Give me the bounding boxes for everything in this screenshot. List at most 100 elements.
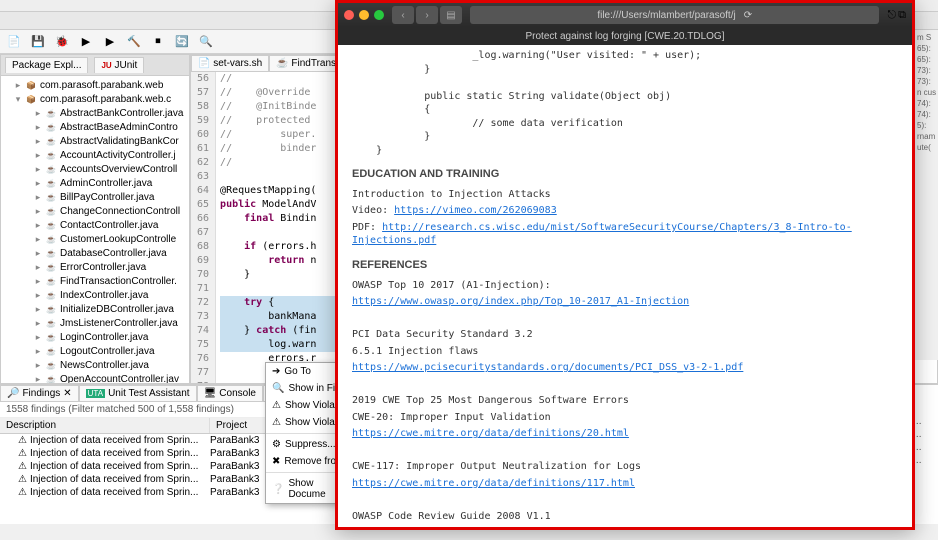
tb-new-icon[interactable]: 📄 xyxy=(4,32,24,52)
tree-file[interactable]: ▸☕DatabaseController.java xyxy=(1,246,189,260)
tree-file[interactable]: ▸☕AccountActivityController.j xyxy=(1,148,189,162)
tb-save-icon[interactable]: 💾 xyxy=(28,32,48,52)
tree-file[interactable]: ▸☕FindTransactionController. xyxy=(1,274,189,288)
ref2-t2: 6.5.1 Injection flaws xyxy=(352,345,898,359)
java-file-icon: ☕ xyxy=(45,359,57,371)
warning-icon: ⚠ xyxy=(18,448,27,459)
tree-file[interactable]: ▸☕LoginController.java xyxy=(1,330,189,344)
back-button[interactable]: ‹ xyxy=(392,6,414,24)
tree-file[interactable]: ▸☕IndexController.java xyxy=(1,288,189,302)
strip-text: ute( xyxy=(917,142,936,153)
help-icon: ❔ xyxy=(272,484,284,495)
java-file-icon: ☕ xyxy=(45,275,57,287)
close-icon: ✖ xyxy=(272,456,280,467)
ref3-t2: CWE-20: Improper Input Validation xyxy=(352,411,898,425)
java-file-icon: ☕ xyxy=(45,177,57,189)
tree-file[interactable]: ▸☕OpenAccountController.jav xyxy=(1,372,189,383)
tab-package-explorer[interactable]: Package Expl... xyxy=(5,57,88,73)
tree-label: com.parasoft.parabank.web xyxy=(40,80,163,91)
tb-stop-icon[interactable]: ⏹ xyxy=(148,32,168,52)
tb-build-icon[interactable]: 🔨 xyxy=(124,32,144,52)
tree-file[interactable]: ▸☕LogoutController.java xyxy=(1,344,189,358)
tree-file-label: FindTransactionController. xyxy=(60,276,177,287)
java-icon: ☕ xyxy=(276,58,288,69)
tab-uta[interactable]: UTAUnit Test Assistant xyxy=(79,385,197,401)
uta-icon: UTA xyxy=(86,389,105,398)
tabs-button[interactable]: ⧉ xyxy=(898,9,906,22)
tree-file[interactable]: ▸☕ErrorController.java xyxy=(1,260,189,274)
edu-video: Video: https://vimeo.com/262069083 xyxy=(352,204,898,218)
tree-file[interactable]: ▸☕ChangeConnectionControll xyxy=(1,204,189,218)
tree-file-label: CustomerLookupControlle xyxy=(60,234,176,245)
left-panel-tabs: Package Expl... JU JUnit xyxy=(1,55,189,76)
safari-tab-title: Protect against log forging [CWE.20.TDLO… xyxy=(338,27,912,45)
line-gutter: 5657585960616263646566676869707172737475… xyxy=(191,72,216,383)
tree-file[interactable]: ▸☕ContactController.java xyxy=(1,218,189,232)
java-file-icon: ☕ xyxy=(45,233,57,245)
finding-desc: Injection of data received from Sprin... xyxy=(30,448,198,459)
package-icon: 📦 xyxy=(25,93,37,105)
close-icon[interactable] xyxy=(344,10,354,20)
label: Video: xyxy=(352,205,394,216)
sh-icon: 📄 xyxy=(198,58,210,69)
java-file-icon: ☕ xyxy=(45,219,57,231)
package-tree[interactable]: ▸📦com.parasoft.parabank.web ▾📦com.paraso… xyxy=(1,76,189,383)
edu-pdf-link[interactable]: http://research.cs.wisc.edu/mist/Softwar… xyxy=(352,222,852,247)
tree-file-label: InitializeDBController.java xyxy=(60,304,174,315)
tree-package[interactable]: ▸📦com.parasoft.parabank.web xyxy=(1,78,189,92)
minimize-icon[interactable] xyxy=(359,10,369,20)
ref2-link[interactable]: https://www.pcisecuritystandards.org/doc… xyxy=(352,362,743,373)
ref1-link[interactable]: https://www.owasp.org/index.php/Top_10-2… xyxy=(352,296,689,307)
tree-file-label: AbstractBaseAdminContro xyxy=(60,122,178,133)
tree-file-label: IndexController.java xyxy=(60,290,148,301)
package-explorer-panel: Package Expl... JU JUnit ▸📦com.parasoft.… xyxy=(0,54,190,384)
tree-file-label: DatabaseController.java xyxy=(60,248,167,259)
tree-file[interactable]: ▸☕AbstractBankController.java xyxy=(1,106,189,120)
tb-run-external-icon[interactable]: ▶ xyxy=(100,32,120,52)
tree-file[interactable]: ▸☕CustomerLookupControlle xyxy=(1,232,189,246)
tree-file[interactable]: ▸☕AbstractValidatingBankCor xyxy=(1,134,189,148)
share-button[interactable]: ⎋ xyxy=(887,9,896,22)
tab-console[interactable]: 🖥Console xyxy=(197,385,263,401)
sidebar-button[interactable]: ▤ xyxy=(440,6,462,24)
finding-project: ParaBank3 xyxy=(210,487,270,498)
tab-junit-label: JUnit xyxy=(115,60,138,71)
tree-file[interactable]: ▸☕AbstractBaseAdminContro xyxy=(1,120,189,134)
tb-run-icon[interactable]: ▶ xyxy=(76,32,96,52)
edu-video-link[interactable]: https://vimeo.com/262069083 xyxy=(394,205,557,216)
tb-refresh-icon[interactable]: 🔄 xyxy=(172,32,192,52)
tb-debug-icon[interactable]: 🐞 xyxy=(52,32,72,52)
ref-heading: REFERENCES xyxy=(352,258,898,273)
tab-findings[interactable]: 🔎Findings ✕ xyxy=(0,385,79,401)
ref3-link[interactable]: https://cwe.mitre.org/data/definitions/2… xyxy=(352,428,629,439)
ref4-link[interactable]: https://cwe.mitre.org/data/definitions/1… xyxy=(352,478,635,489)
ref4-title: CWE-117: Improper Output Neutralization … xyxy=(352,460,898,474)
reload-icon[interactable]: ⟳ xyxy=(744,10,752,21)
warning-icon: ⚠ xyxy=(18,474,27,485)
url-bar[interactable]: file:///Users/mlambert/parasoft/j ⟳ xyxy=(470,6,879,24)
forward-button[interactable]: › xyxy=(416,6,438,24)
tree-package[interactable]: ▾📦com.parasoft.parabank.web.c xyxy=(1,92,189,106)
tree-file[interactable]: ▸☕BillPayController.java xyxy=(1,190,189,204)
tab-label: Findings xyxy=(22,388,60,399)
console-icon: 🖥 xyxy=(204,388,217,399)
java-file-icon: ☕ xyxy=(45,191,57,203)
tree-file[interactable]: ▸☕JmsListenerController.java xyxy=(1,316,189,330)
editor-tab[interactable]: 📄 set-vars.sh xyxy=(191,55,269,71)
java-file-icon: ☕ xyxy=(45,331,57,343)
ref5-t2: Reviewing Code for Logging Issues p. 153 xyxy=(352,526,898,527)
col-description[interactable]: Description xyxy=(0,418,210,433)
safari-body[interactable]: _log.warning("User visited: " + user); }… xyxy=(338,45,912,527)
finding-project: ParaBank3 xyxy=(210,461,270,472)
tree-file[interactable]: ▸☕AdminController.java xyxy=(1,176,189,190)
tab-junit[interactable]: JU JUnit xyxy=(94,57,144,73)
tb-search-icon[interactable]: 🔍 xyxy=(196,32,216,52)
tree-file[interactable]: ▸☕InitializeDBController.java xyxy=(1,302,189,316)
tree-file-label: LogoutController.java xyxy=(60,346,155,357)
warning-icon: ⚠ xyxy=(18,487,27,498)
tree-file-label: AccountActivityController.j xyxy=(60,150,176,161)
zoom-icon[interactable] xyxy=(374,10,384,20)
tree-file[interactable]: ▸☕NewsController.java xyxy=(1,358,189,372)
col-project[interactable]: Project xyxy=(210,418,270,433)
tree-file[interactable]: ▸☕AccountsOverviewControll xyxy=(1,162,189,176)
